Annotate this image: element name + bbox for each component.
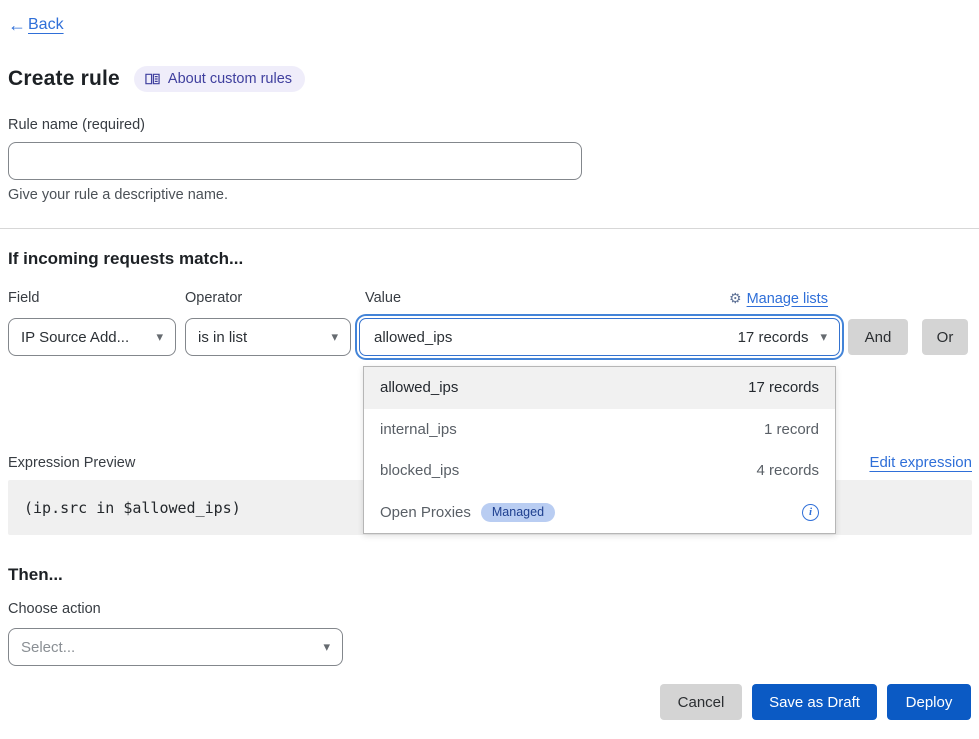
create-rule-page: ← Back Create rule About custom rules Ru… <box>0 0 979 739</box>
action-select-placeholder: Select... <box>21 639 75 656</box>
list-name: Open Proxies <box>380 504 471 521</box>
list-records: 1 record <box>764 421 819 438</box>
deploy-button[interactable]: Deploy <box>887 684 971 720</box>
value-select-value: allowed_ips <box>374 329 452 346</box>
list-records: 17 records <box>748 379 819 396</box>
field-select[interactable]: IP Source Add... ▾ <box>8 318 176 356</box>
dropdown-option-internal-ips[interactable]: internal_ips 1 record <box>364 409 835 451</box>
list-records: 4 records <box>756 462 819 479</box>
dropdown-option-open-proxies[interactable]: Open Proxies Managed i <box>364 492 835 534</box>
value-label: Value <box>365 290 401 306</box>
action-select[interactable]: Select... ▾ <box>8 628 343 666</box>
expression-preview-label: Expression Preview <box>8 455 135 471</box>
page-header: Create rule About custom rules <box>8 66 305 92</box>
managed-badge: Managed <box>481 503 555 522</box>
expression-code: (ip.src in $allowed_ips) <box>24 499 241 517</box>
then-section-heading: Then... <box>8 565 63 585</box>
field-select-value: IP Source Add... <box>21 329 129 346</box>
rule-name-input[interactable] <box>8 142 582 180</box>
value-dropdown-menu: allowed_ips 17 records internal_ips 1 re… <box>363 366 836 534</box>
info-icon[interactable]: i <box>802 504 819 521</box>
match-section-heading: If incoming requests match... <box>8 249 243 269</box>
and-button[interactable]: And <box>848 319 908 355</box>
operator-select[interactable]: is in list ▾ <box>185 318 351 356</box>
back-label: Back <box>28 16 64 34</box>
choose-action-label: Choose action <box>8 601 101 617</box>
rule-name-label: Rule name (required) <box>8 117 145 133</box>
section-divider <box>0 228 979 229</box>
list-name: allowed_ips <box>380 379 458 396</box>
book-icon <box>145 72 160 86</box>
operator-label: Operator <box>185 290 242 306</box>
rule-name-helper: Give your rule a descriptive name. <box>8 187 228 203</box>
back-link[interactable]: ← Back <box>8 16 64 34</box>
dropdown-option-allowed-ips[interactable]: allowed_ips 17 records <box>364 367 835 409</box>
chevron-down-icon: ▾ <box>156 329 163 345</box>
value-select[interactable]: allowed_ips 17 records ▾ <box>359 318 840 356</box>
manage-lists-link[interactable]: ⚙ Manage lists <box>729 290 840 307</box>
or-button[interactable]: Or <box>922 319 968 355</box>
edit-expression-link[interactable]: Edit expression <box>866 454 972 471</box>
chevron-down-icon: ▾ <box>820 329 827 345</box>
chevron-down-icon: ▾ <box>323 639 330 655</box>
gear-icon: ⚙ <box>729 290 742 307</box>
list-name: internal_ips <box>380 421 457 438</box>
about-custom-rules-label: About custom rules <box>168 71 292 87</box>
manage-lists-label: Manage lists <box>747 291 828 307</box>
about-custom-rules-link[interactable]: About custom rules <box>134 66 305 92</box>
field-label: Field <box>8 290 39 306</box>
page-title: Create rule <box>8 67 120 91</box>
save-as-draft-button[interactable]: Save as Draft <box>752 684 877 720</box>
cancel-button[interactable]: Cancel <box>660 684 742 720</box>
back-arrow-icon: ← <box>8 16 26 34</box>
chevron-down-icon: ▾ <box>331 329 338 345</box>
list-name: blocked_ips <box>380 462 459 479</box>
dropdown-option-blocked-ips[interactable]: blocked_ips 4 records <box>364 450 835 492</box>
operator-select-value: is in list <box>198 329 247 346</box>
value-select-records: 17 records <box>738 329 809 346</box>
